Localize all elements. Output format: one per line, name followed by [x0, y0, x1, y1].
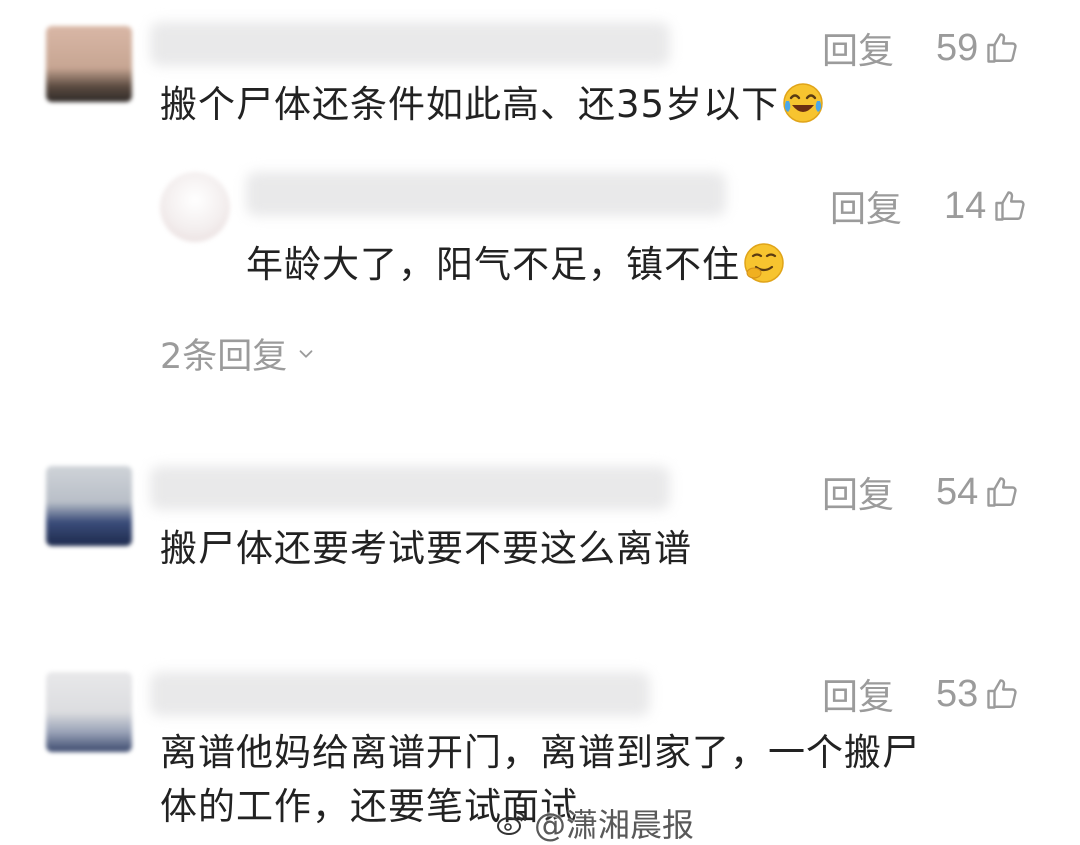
reply-avatar[interactable]: [160, 172, 230, 242]
watermark-text: @潇湘晨报: [534, 806, 695, 844]
avatar[interactable]: [46, 466, 132, 546]
comment-text-line: 离谱他妈给离谱开门，离谱到家了，一个搬尸: [160, 731, 920, 774]
view-more-replies[interactable]: 2条回复: [160, 328, 317, 379]
like-count: 54: [936, 470, 979, 513]
reply-button[interactable]: 回复: [822, 22, 894, 74]
like-count: 53: [936, 672, 979, 715]
snickering-emoji: [744, 243, 784, 283]
username-blurred[interactable]: [150, 22, 670, 66]
reply-button[interactable]: 回复: [822, 668, 894, 720]
comment-actions: 回复 59: [822, 22, 1020, 74]
reply-username-blurred[interactable]: [246, 172, 726, 216]
chevron-down-icon: [299, 349, 313, 358]
thumbs-up-icon: [987, 477, 1017, 507]
laughing-crying-emoji: [783, 83, 823, 123]
like-count: 59: [936, 26, 979, 69]
thumbs-up-icon: [987, 33, 1017, 63]
avatar[interactable]: [46, 26, 132, 102]
like-button[interactable]: 14: [944, 185, 1028, 228]
thumbs-up-icon: [995, 191, 1025, 221]
avatar[interactable]: [46, 672, 132, 752]
reply-button[interactable]: 回复: [822, 466, 894, 518]
weibo-logo-icon: [497, 812, 526, 835]
like-button[interactable]: 59: [936, 27, 1020, 70]
username-blurred[interactable]: [150, 672, 650, 716]
reply-button[interactable]: 回复: [830, 180, 902, 232]
comment-actions: 回复 54: [822, 466, 1020, 518]
reply-actions: 回复 14: [830, 180, 1028, 232]
comment-text: 搬个尸体还条件如此高、还35岁以下: [160, 78, 825, 132]
like-count: 14: [944, 184, 987, 227]
watermark: @潇湘晨报: [496, 800, 694, 845]
username-blurred[interactable]: [150, 466, 670, 510]
comment-text: 搬尸体还要考试要不要这么离谱: [160, 527, 692, 570]
reply-text: 年龄大了，阳气不足，镇不住: [246, 238, 786, 292]
comment-actions: 回复 53: [822, 668, 1020, 720]
thumbs-up-icon: [987, 679, 1017, 709]
like-button[interactable]: 53: [936, 673, 1020, 716]
like-button[interactable]: 54: [936, 471, 1020, 514]
